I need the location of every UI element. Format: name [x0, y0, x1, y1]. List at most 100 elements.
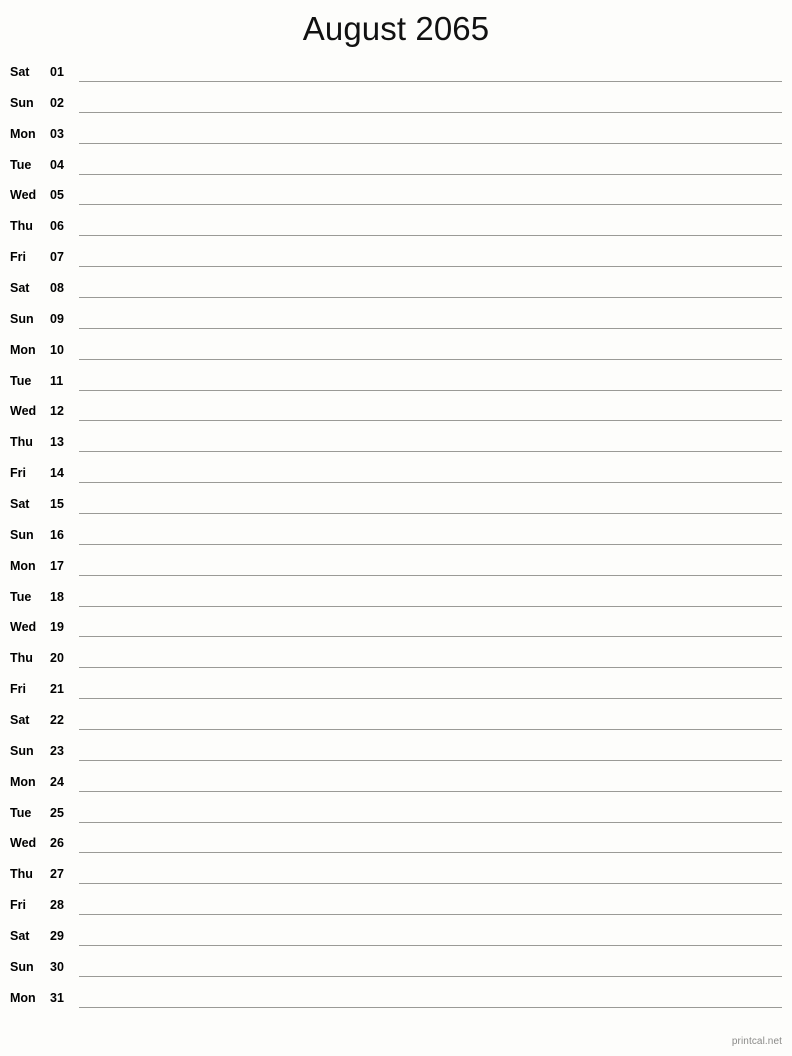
day-number-label: 10: [50, 342, 64, 357]
day-weekday-label: Tue: [10, 373, 32, 388]
day-weekday-label: Fri: [10, 682, 26, 697]
day-row[interactable]: Sun 30: [0, 955, 792, 986]
day-weekday-label: Wed: [10, 404, 37, 419]
day-weekday-label: Tue: [10, 805, 32, 820]
day-number-label: 20: [50, 651, 64, 666]
day-weekday-label: Tue: [10, 157, 32, 172]
day-number-label: 14: [50, 466, 64, 481]
day-writing-line[interactable]: [79, 513, 782, 515]
day-row[interactable]: Sat 22: [0, 708, 792, 739]
day-writing-line[interactable]: [79, 451, 782, 453]
day-writing-line[interactable]: [79, 605, 782, 607]
day-writing-line[interactable]: [79, 636, 782, 638]
day-writing-line[interactable]: [79, 729, 782, 731]
day-row[interactable]: Sat 15: [0, 492, 792, 523]
day-row[interactable]: Wed 26: [0, 831, 792, 862]
day-weekday-label: Thu: [10, 219, 33, 234]
day-writing-line[interactable]: [79, 420, 782, 422]
day-row[interactable]: Mon 10: [0, 338, 792, 369]
day-weekday-label: Mon: [10, 558, 36, 573]
day-writing-line[interactable]: [79, 883, 782, 885]
day-writing-line[interactable]: [79, 914, 782, 916]
day-row[interactable]: Fri 07: [0, 245, 792, 276]
day-weekday-label: Fri: [10, 466, 26, 481]
day-weekday-label: Sat: [10, 713, 30, 728]
day-weekday-label: Sun: [10, 959, 34, 974]
day-row[interactable]: Tue 25: [0, 801, 792, 832]
day-writing-line[interactable]: [79, 667, 782, 669]
day-row[interactable]: Sat 08: [0, 276, 792, 307]
day-number-label: 25: [50, 805, 64, 820]
day-writing-line[interactable]: [79, 852, 782, 854]
day-row[interactable]: Sun 02: [0, 91, 792, 122]
day-writing-line[interactable]: [79, 790, 782, 792]
day-row[interactable]: Sat 29: [0, 924, 792, 955]
day-weekday-label: Thu: [10, 867, 33, 882]
day-row[interactable]: Fri 14: [0, 461, 792, 492]
day-writing-line[interactable]: [79, 543, 782, 545]
day-weekday-label: Mon: [10, 990, 36, 1005]
day-number-label: 31: [50, 990, 64, 1005]
day-row[interactable]: Sun 09: [0, 307, 792, 338]
day-number-label: 19: [50, 620, 64, 635]
day-weekday-label: Sun: [10, 311, 34, 326]
day-weekday-label: Wed: [10, 836, 37, 851]
day-number-label: 30: [50, 959, 64, 974]
day-weekday-label: Mon: [10, 342, 36, 357]
day-writing-line[interactable]: [79, 142, 782, 144]
day-row[interactable]: Thu 06: [0, 214, 792, 245]
day-weekday-label: Sat: [10, 497, 30, 512]
day-writing-line[interactable]: [79, 204, 782, 206]
day-writing-line[interactable]: [79, 759, 782, 761]
day-weekday-label: Mon: [10, 126, 36, 141]
day-row[interactable]: Wed 12: [0, 399, 792, 430]
day-number-label: 23: [50, 743, 64, 758]
day-writing-line[interactable]: [79, 698, 782, 700]
day-row[interactable]: Mon 24: [0, 770, 792, 801]
day-writing-line[interactable]: [79, 327, 782, 329]
day-row[interactable]: Thu 20: [0, 646, 792, 677]
day-number-label: 18: [50, 589, 64, 604]
day-row[interactable]: Thu 13: [0, 430, 792, 461]
day-row[interactable]: Tue 11: [0, 369, 792, 400]
day-row[interactable]: Wed 19: [0, 615, 792, 646]
day-row[interactable]: Wed 05: [0, 183, 792, 214]
day-writing-line[interactable]: [79, 574, 782, 576]
day-row[interactable]: Sun 16: [0, 523, 792, 554]
day-row[interactable]: Mon 17: [0, 554, 792, 585]
day-row[interactable]: Tue 04: [0, 153, 792, 184]
day-writing-line[interactable]: [79, 297, 782, 299]
day-writing-line[interactable]: [79, 1006, 782, 1008]
day-writing-line[interactable]: [79, 358, 782, 360]
day-row[interactable]: Fri 28: [0, 893, 792, 924]
day-row[interactable]: Sat 01: [0, 60, 792, 91]
day-writing-line[interactable]: [79, 266, 782, 268]
day-weekday-label: Wed: [10, 188, 37, 203]
day-weekday-label: Sun: [10, 527, 34, 542]
day-writing-line[interactable]: [79, 389, 782, 391]
day-writing-line[interactable]: [79, 975, 782, 977]
day-number-label: 29: [50, 929, 64, 944]
day-number-label: 28: [50, 898, 64, 913]
day-writing-line[interactable]: [79, 111, 782, 113]
day-writing-line[interactable]: [79, 81, 782, 82]
day-row[interactable]: Mon 31: [0, 986, 792, 1017]
day-writing-line[interactable]: [79, 482, 782, 484]
day-writing-line[interactable]: [79, 945, 782, 947]
footer-credit: printcal.net: [731, 1036, 782, 1047]
day-row[interactable]: Fri 21: [0, 677, 792, 708]
day-number-label: 03: [50, 126, 64, 141]
day-row[interactable]: Mon 03: [0, 122, 792, 153]
day-number-label: 02: [50, 95, 64, 110]
day-row[interactable]: Thu 27: [0, 862, 792, 893]
day-writing-line[interactable]: [79, 235, 782, 237]
day-row[interactable]: Sun 23: [0, 739, 792, 770]
day-number-label: 07: [50, 250, 64, 265]
day-row[interactable]: Tue 18: [0, 585, 792, 616]
day-writing-line[interactable]: [79, 821, 782, 823]
day-number-label: 27: [50, 867, 64, 882]
calendar-page: August 2065 Sat 01 Sun 02 Mon 03 Tue 04 Wed 05 Thu…: [0, 0, 792, 1056]
day-writing-line[interactable]: [79, 173, 782, 175]
day-number-label: 26: [50, 836, 64, 851]
day-number-label: 15: [50, 497, 64, 512]
